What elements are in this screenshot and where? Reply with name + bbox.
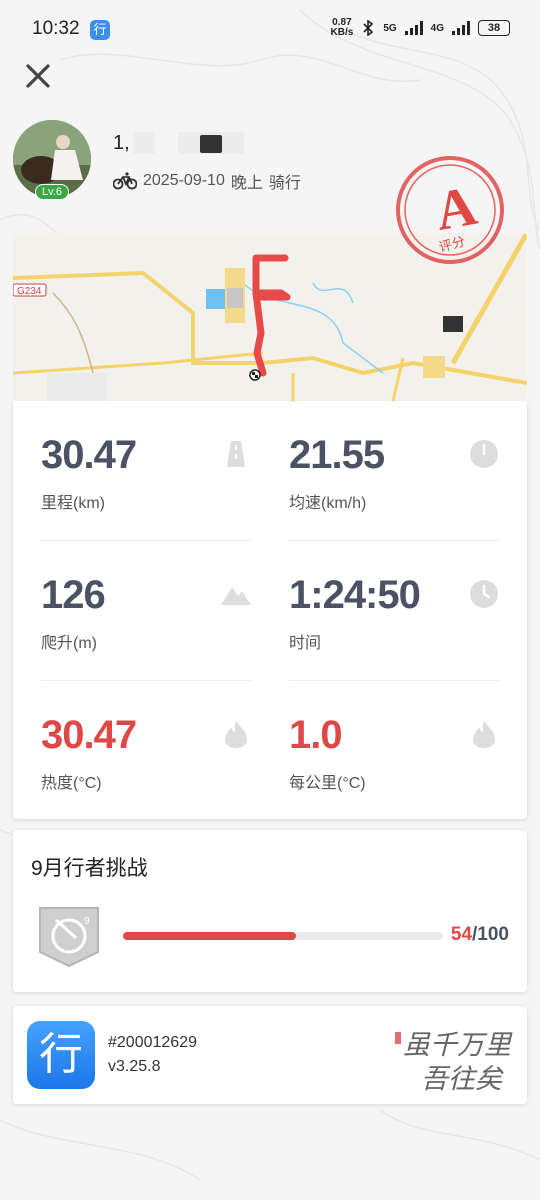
- stat-value: 126: [41, 573, 106, 617]
- stat-label: 爬升(m): [41, 635, 97, 652]
- stat-label: 每公里(°C): [289, 775, 366, 792]
- motto-line-2: 吾往矣: [421, 1064, 504, 1094]
- stat-label: 均速(km/h): [289, 495, 367, 512]
- activity-type: 骑行: [268, 175, 301, 192]
- footer-card: 行 #200012629 v3.25.8 虽千万里 吾往矣: [13, 1006, 527, 1104]
- stat-label: 里程(km): [41, 495, 105, 512]
- challenge-card[interactable]: 9月行者挑战 9 54/100: [13, 830, 527, 992]
- stat-value: 30.47: [41, 713, 137, 757]
- record-id: #200012629: [108, 1034, 197, 1051]
- stat-heat: 30.47 热度(°C): [41, 681, 251, 811]
- challenge-progress-bar: [123, 932, 443, 940]
- net-speed-unit: KB/s: [330, 27, 354, 38]
- signal-bars-icon: [404, 21, 423, 35]
- stat-value: 1:24:50: [289, 573, 421, 617]
- stat-label: 时间: [289, 635, 322, 652]
- signal-bars-icon: [452, 21, 470, 35]
- net-speed: 0.87 KB/s: [331, 18, 354, 38]
- clock-icon: [470, 580, 498, 608]
- grade-letter: A: [431, 175, 482, 243]
- stat-heat-per-km: 1.0 每公里(°C): [289, 681, 499, 811]
- stat-climb: 126 爬升(m): [41, 541, 251, 671]
- signal-5g-label: 5G: [383, 22, 397, 34]
- app-logo: 行: [27, 1021, 95, 1089]
- close-button[interactable]: [22, 60, 54, 92]
- stat-distance: 30.47 里程(km): [41, 401, 251, 531]
- bluetooth-icon: [363, 20, 374, 36]
- calligraphy-motto: 虽千万里 吾往矣: [395, 1030, 513, 1094]
- challenge-progress-fill: [123, 932, 296, 940]
- progress-total: /100: [472, 924, 509, 945]
- stat-value: 30.47: [41, 433, 137, 477]
- mountain-icon: [221, 587, 251, 605]
- app-notification-icon: 行: [90, 20, 110, 40]
- grade-stamp: A 评分: [396, 156, 504, 264]
- map-road-label: G234: [17, 286, 42, 297]
- battery-indicator: 38: [478, 20, 510, 36]
- stat-value: 1.0: [289, 713, 343, 757]
- username-redacted: [133, 132, 155, 154]
- svg-text:吾往矣: 吾往矣: [421, 1064, 504, 1094]
- challenge-badge-icon: 9: [39, 907, 99, 968]
- road-icon: [227, 441, 245, 467]
- motto-line-1: 虽千万里: [403, 1030, 513, 1061]
- bicycle-icon: [113, 172, 137, 190]
- stat-duration: 1:24:50 时间: [289, 541, 499, 671]
- username-redacted: [200, 135, 222, 153]
- motto-text: 虽千万里: [403, 1030, 513, 1061]
- level-badge: Lv.6: [35, 184, 69, 200]
- activity-meta: 2025-09-10 晚上 骑行: [113, 169, 301, 193]
- status-bar: 10:32 行 0.87 KB/s 5G 4G 38: [0, 0, 540, 60]
- activity-date: 2025-09-10: [143, 172, 225, 189]
- badge-month: 9: [84, 916, 90, 927]
- stat-avg-speed: 21.55 均速(km/h): [289, 401, 499, 531]
- username: 1,: [113, 132, 130, 154]
- flame-icon: [473, 721, 495, 748]
- activity-time-of-day: 晚上: [230, 175, 263, 192]
- flame-icon: [225, 721, 247, 748]
- challenge-progress-text: 54/100: [451, 924, 509, 946]
- stat-value: 21.55: [289, 433, 385, 477]
- system-indicators: 0.87 KB/s 5G 4G 38: [331, 18, 510, 38]
- progress-current: 54: [450, 924, 473, 945]
- status-time: 10:32: [32, 18, 80, 39]
- challenge-title: 9月行者挑战: [31, 857, 148, 880]
- speedometer-icon: [470, 440, 498, 468]
- app-version: v3.25.8: [108, 1058, 161, 1075]
- stats-card: 30.47 里程(km) 21.55 均速(km/h) 126 爬升(m) 1:…: [13, 401, 527, 819]
- signal-4g-label: 4G: [430, 22, 444, 34]
- stat-label: 热度(°C): [41, 775, 102, 792]
